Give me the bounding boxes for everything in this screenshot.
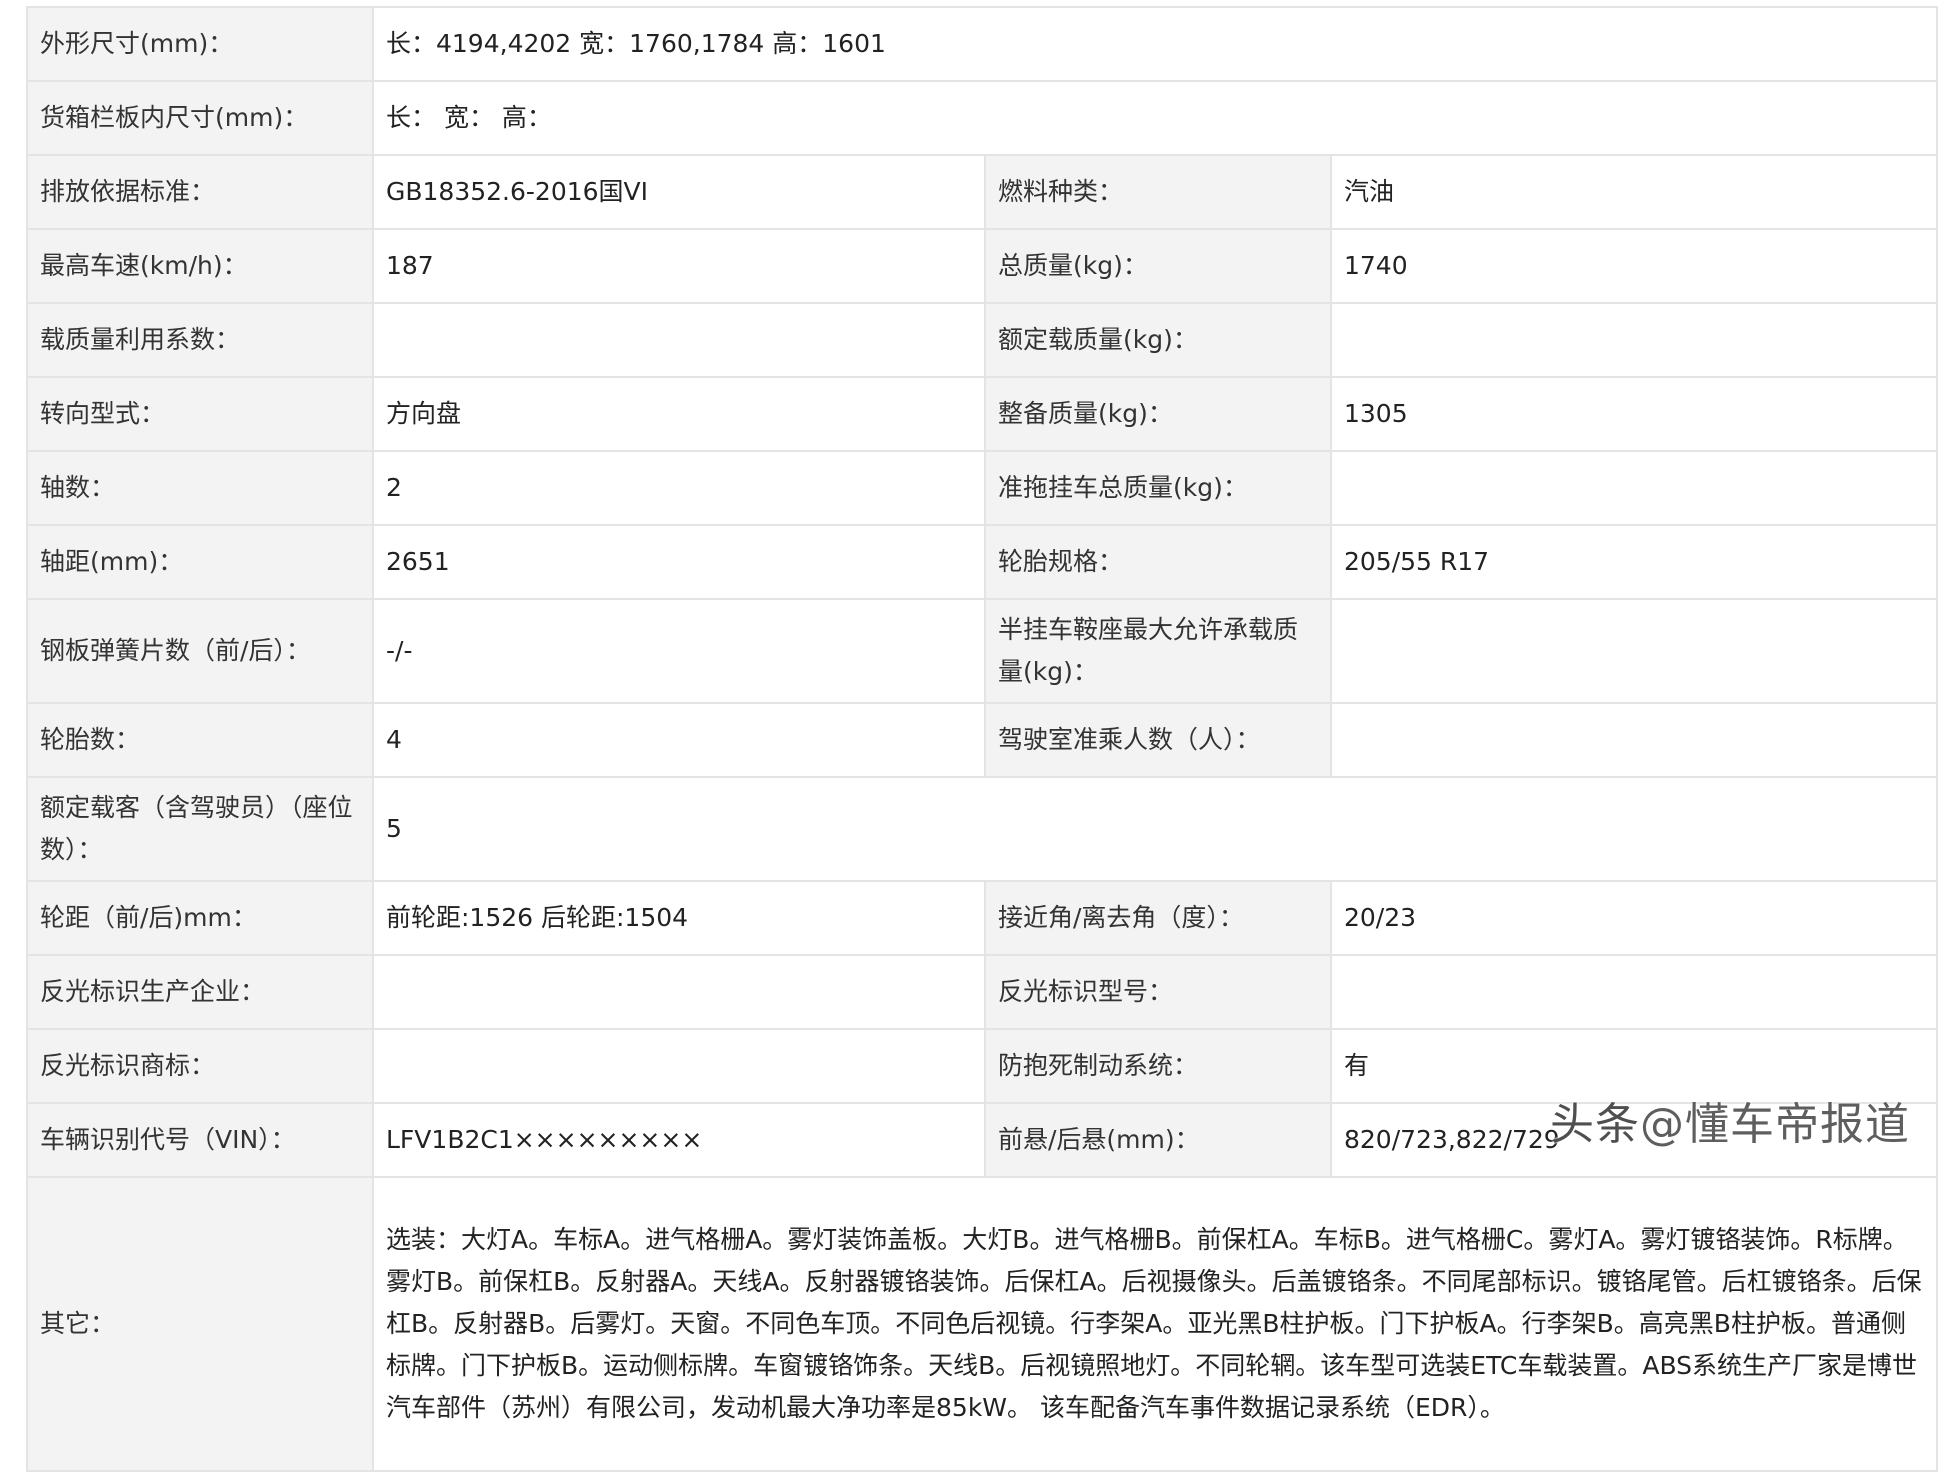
table-row: 转向型式： 方向盘 整备质量(kg)： 1305	[26, 376, 1939, 452]
row-label: 额定载质量(kg)：	[984, 302, 1332, 378]
row-label: 燃料种类：	[984, 154, 1332, 230]
row-value: 长：4194,4202 宽：1760,1784 高：1601	[371, 6, 1939, 82]
row-label: 轴距(mm)：	[26, 524, 374, 600]
table-row: 轮胎数： 4 驾驶室准乘人数（人）：	[26, 702, 1939, 778]
spec-table: 外形尺寸(mm)： 长：4194,4202 宽：1760,1784 高：1601…	[26, 6, 1939, 1472]
row-value: -/-	[372, 598, 986, 704]
row-value: 2651	[372, 524, 986, 600]
row-label: 防抱死制动系统：	[984, 1028, 1332, 1104]
row-label: 外形尺寸(mm)：	[26, 6, 374, 82]
watermark: 头条@懂车帝报道	[1550, 1088, 1910, 1152]
row-value: 20/23	[1329, 880, 1939, 956]
row-label: 驾驶室准乘人数（人）：	[984, 702, 1332, 778]
row-label: 轮胎规格：	[984, 524, 1332, 600]
table-row: 最高车速(km/h)： 187 总质量(kg)： 1740	[26, 228, 1939, 304]
row-label: 半挂车鞍座最大允许承载质量(kg)：	[984, 598, 1332, 704]
row-value: 汽油	[1329, 154, 1939, 230]
row-value	[372, 1028, 986, 1104]
row-label: 轮距（前/后)mm：	[26, 880, 374, 956]
row-label: 车辆识别代号（VIN）：	[26, 1102, 374, 1178]
row-value: 187	[372, 228, 986, 304]
row-value	[372, 302, 986, 378]
row-label: 转向型式：	[26, 376, 374, 452]
row-value: GB18352.6-2016国VI	[372, 154, 986, 230]
row-label: 总质量(kg)：	[984, 228, 1332, 304]
table-row: 排放依据标准： GB18352.6-2016国VI 燃料种类： 汽油	[26, 154, 1939, 230]
row-value: 前轮距:1526 后轮距:1504	[372, 880, 986, 956]
row-value: 4	[372, 702, 986, 778]
table-row-other: 其它： 选装：大灯A。车标A。进气格栅A。雾灯装饰盖板。大灯B。进气格栅B。前保…	[26, 1176, 1939, 1472]
row-value-other-notes: 选装：大灯A。车标A。进气格栅A。雾灯装饰盖板。大灯B。进气格栅B。前保杠A。车…	[371, 1176, 1939, 1472]
row-value: 长： 宽： 高：	[371, 80, 1939, 156]
row-label: 轴数：	[26, 450, 374, 526]
row-label: 反光标识型号：	[984, 954, 1332, 1030]
row-value	[1329, 450, 1939, 526]
row-label: 轮胎数：	[26, 702, 374, 778]
row-label: 其它：	[26, 1176, 374, 1472]
table-row-cargo-box: 货箱栏板内尺寸(mm)： 长： 宽： 高：	[26, 80, 1939, 156]
table-row: 轴距(mm)： 2651 轮胎规格： 205/55 R17	[26, 524, 1939, 600]
row-label: 钢板弹簧片数（前/后）：	[26, 598, 374, 704]
row-label: 最高车速(km/h)：	[26, 228, 374, 304]
row-value: 1305	[1329, 376, 1939, 452]
table-row-passengers: 额定载客（含驾驶员）（座位数）： 5	[26, 776, 1939, 882]
row-value: 方向盘	[372, 376, 986, 452]
row-label: 接近角/离去角（度）：	[984, 880, 1332, 956]
row-label: 反光标识商标：	[26, 1028, 374, 1104]
row-value: 5	[371, 776, 1939, 882]
row-label: 货箱栏板内尺寸(mm)：	[26, 80, 374, 156]
row-value	[372, 954, 986, 1030]
watermark-prefix: 头条	[1550, 1099, 1640, 1150]
row-label: 载质量利用系数：	[26, 302, 374, 378]
row-value	[1329, 302, 1939, 378]
row-value: 2	[372, 450, 986, 526]
row-value: 205/55 R17	[1329, 524, 1939, 600]
watermark-handle: @懂车帝报道	[1640, 1099, 1910, 1150]
table-row: 轴数： 2 准拖挂车总质量(kg)：	[26, 450, 1939, 526]
row-label: 准拖挂车总质量(kg)：	[984, 450, 1332, 526]
row-label: 排放依据标准：	[26, 154, 374, 230]
row-value	[1329, 598, 1939, 704]
table-row-dimensions: 外形尺寸(mm)： 长：4194,4202 宽：1760,1784 高：1601	[26, 6, 1939, 82]
row-label: 反光标识生产企业：	[26, 954, 374, 1030]
table-row: 载质量利用系数： 额定载质量(kg)：	[26, 302, 1939, 378]
row-label: 前悬/后悬(mm)：	[984, 1102, 1332, 1178]
table-row: 反光标识生产企业： 反光标识型号：	[26, 954, 1939, 1030]
row-value: LFV1B2C1×××××××××	[372, 1102, 986, 1178]
row-label: 整备质量(kg)：	[984, 376, 1332, 452]
table-row: 轮距（前/后)mm： 前轮距:1526 后轮距:1504 接近角/离去角（度）：…	[26, 880, 1939, 956]
row-value	[1329, 954, 1939, 1030]
row-value	[1329, 702, 1939, 778]
row-value: 1740	[1329, 228, 1939, 304]
table-row: 钢板弹簧片数（前/后）： -/- 半挂车鞍座最大允许承载质量(kg)：	[26, 598, 1939, 704]
row-label: 额定载客（含驾驶员）（座位数）：	[26, 776, 374, 882]
